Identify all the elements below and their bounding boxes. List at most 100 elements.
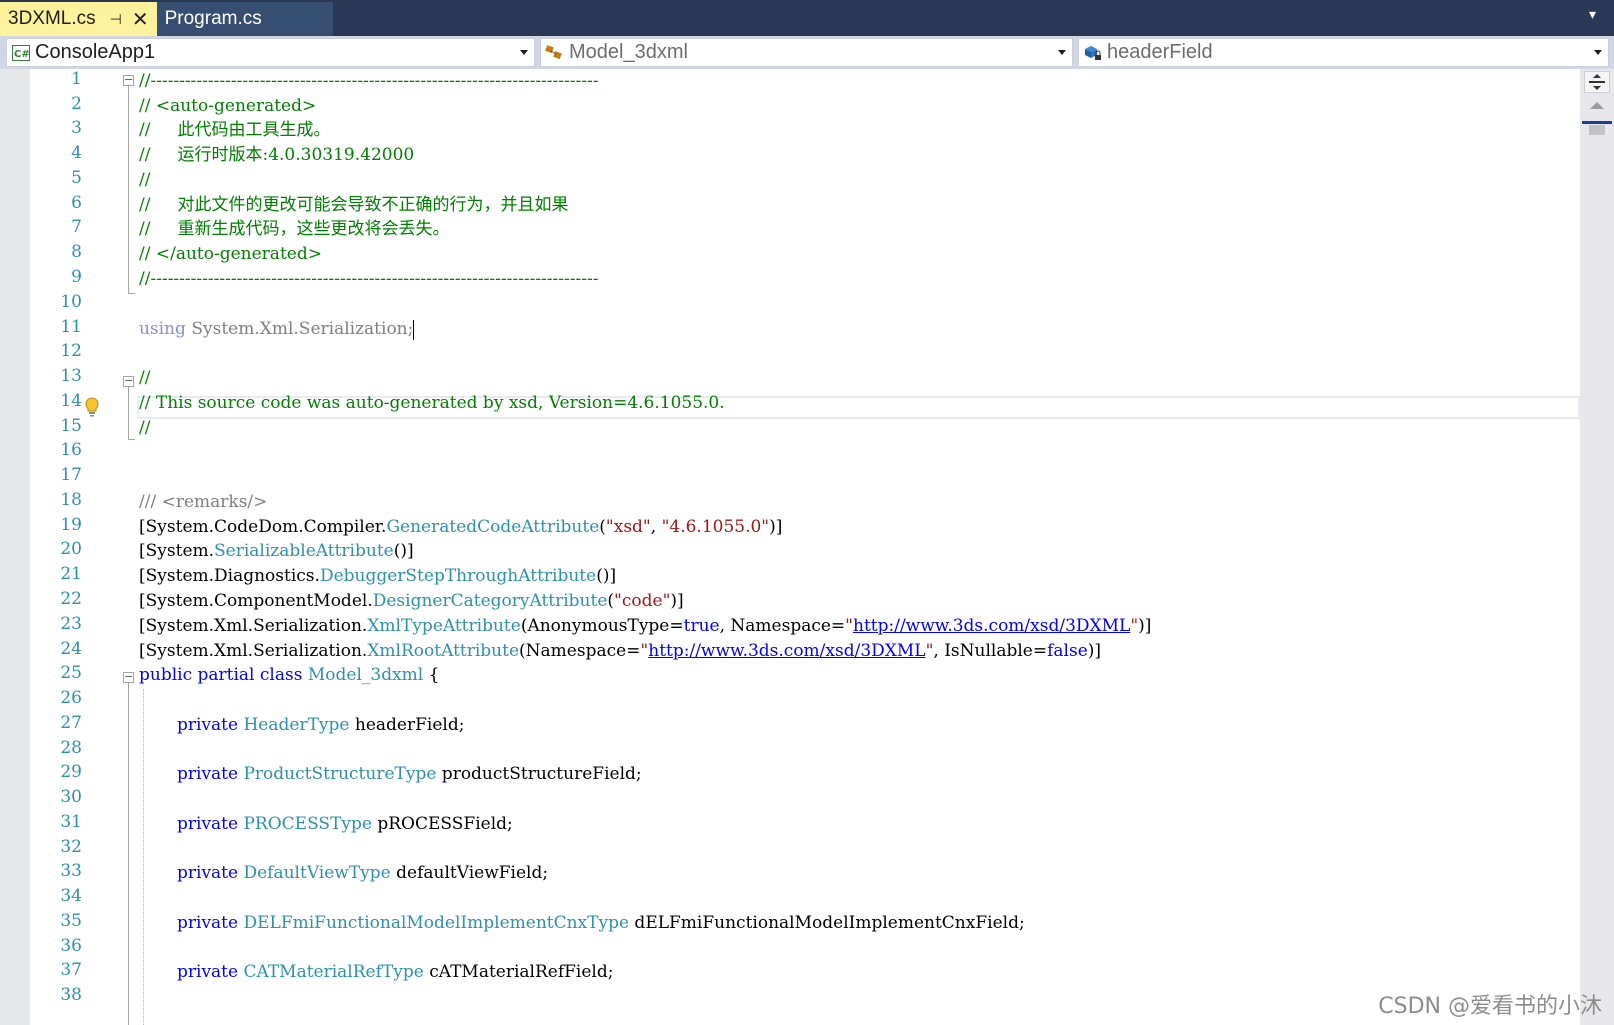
code-line: private ProductStructureType productStru… <box>0 762 1580 787</box>
code-line: // </auto-generated> <box>0 242 1580 267</box>
member-dropdown[interactable]: headerField <box>1078 38 1609 67</box>
private-field-icon <box>1083 43 1103 63</box>
code-line: // 对此文件的更改可能会导致不正确的行为，并且如果 <box>0 193 1580 218</box>
scroll-thumb[interactable] <box>1589 125 1605 135</box>
split-window-button[interactable] <box>1584 71 1610 93</box>
code-line: private DELFmiFunctionalModelImplementCn… <box>0 911 1580 936</box>
line-number: 30 <box>60 787 82 807</box>
keyword: false <box>1047 641 1088 661</box>
code-line: [System.Diagnostics.DebuggerStepThroughA… <box>0 564 1580 589</box>
chevron-down-icon <box>520 50 528 55</box>
field-name: productStructureField; <box>436 764 642 784</box>
field-name: defaultViewField; <box>390 863 549 883</box>
type-name: Model_3dxml <box>569 41 688 63</box>
text-caret <box>413 319 415 340</box>
scroll-up-arrow-icon[interactable] <box>1590 102 1604 109</box>
line-number: 12 <box>60 341 82 361</box>
line-number: 32 <box>60 837 82 857</box>
keyword: private <box>177 913 239 933</box>
string-token: "code" <box>614 591 671 611</box>
code-line: // <box>0 366 1580 391</box>
code-token: [System.Diagnostics. <box>139 566 320 586</box>
line-number: 17 <box>60 465 82 485</box>
code-token: [System.ComponentModel. <box>139 591 373 611</box>
type-token: DebuggerStepThroughAttribute <box>319 566 597 586</box>
code-line: // 此代码由工具生成。 <box>0 118 1580 143</box>
code-line: // <box>0 168 1580 193</box>
type-dropdown[interactable]: Model_3dxml <box>540 38 1073 67</box>
type-token: PROCESSType <box>243 814 372 834</box>
code-line: [System.SerializableAttribute()] <box>0 539 1580 564</box>
code-line: /// <remarks/> <box>0 490 1580 515</box>
caret-position-marker <box>1582 121 1612 124</box>
type-token: DefaultViewType <box>243 863 391 883</box>
code-token: (Namespace= <box>519 641 641 661</box>
field-declaration: private DELFmiFunctionalModelImplementCn… <box>177 911 1025 936</box>
tab-list-chevron-icon[interactable]: ▾ <box>1589 6 1596 23</box>
line-number: 36 <box>60 936 82 956</box>
line-number: 26 <box>60 688 82 708</box>
code-token: , IsNullable= <box>933 641 1048 661</box>
comment: // </auto-generated> <box>139 244 322 264</box>
line-number: 28 <box>60 738 82 758</box>
keyword: private <box>177 814 239 834</box>
code-token: [System.Xml.Serialization. <box>139 641 368 661</box>
tab-3dxml-cs[interactable]: 3DXML.cs ⊣ ✕ <box>0 2 157 36</box>
outline-end <box>128 293 135 294</box>
string-token: "4.6.1055.0" <box>661 517 770 537</box>
keyword: public partial class <box>139 665 303 685</box>
svg-text:C#: C# <box>14 49 30 60</box>
code-token: (AnonymousType= <box>520 616 684 636</box>
code-editor[interactable]: − − − 1 2 3 4 5 6 7 8 9 10 11 12 13 14 1… <box>0 69 1614 1025</box>
keyword: private <box>177 962 239 982</box>
code-line: [System.Xml.Serialization.XmlTypeAttribu… <box>0 614 1580 639</box>
code-line: // <auto-generated> <box>0 94 1580 119</box>
code-token: , <box>650 517 662 537</box>
namespace-link[interactable]: http://www.3ds.com/xsd/3DXML <box>853 616 1130 636</box>
class-name: Model_3dxml <box>302 665 424 685</box>
code-line: // <box>0 416 1580 441</box>
code-line: // This source code was auto-generated b… <box>0 391 1580 416</box>
code-token: ()] <box>393 541 414 561</box>
code-token: )] <box>769 517 783 537</box>
close-icon[interactable]: ✕ <box>132 7 149 32</box>
watermark: CSDN @爱看书的小沐 <box>1378 994 1602 1019</box>
field-declaration: private ProductStructureType productStru… <box>177 762 642 787</box>
comment: // <box>139 418 151 438</box>
vertical-scrollbar[interactable] <box>1580 69 1614 1025</box>
comment: // <box>139 368 151 388</box>
code-line: // 运行时版本:4.0.30319.42000 <box>0 143 1580 168</box>
type-token: HeaderType <box>243 715 350 735</box>
pin-icon[interactable]: ⊣ <box>110 11 122 28</box>
namespace-link[interactable]: http://www.3ds.com/xsd/3DXML <box>648 641 925 661</box>
member-name: headerField <box>1107 41 1213 63</box>
comment: // <auto-generated> <box>139 96 317 116</box>
string-token: " <box>845 616 853 636</box>
attribute-line: [System.Xml.Serialization.XmlRootAttribu… <box>139 639 1101 664</box>
line-number: 10 <box>60 292 82 312</box>
code-token: [System.CodeDom.Compiler. <box>139 517 387 537</box>
field-name: dELFmiFunctionalModelImplementCnxField; <box>629 913 1025 933</box>
comment: // 重新生成代码，这些更改将会丢失。 <box>139 219 450 239</box>
line-number: 38 <box>60 985 82 1005</box>
type-token: XmlTypeAttribute <box>367 616 521 636</box>
namespace-text: System.Xml.Serialization; <box>185 319 414 339</box>
attribute-line: [System.CodeDom.Compiler.GeneratedCodeAt… <box>139 515 782 540</box>
project-dropdown[interactable]: C# ConsoleApp1 <box>6 38 535 67</box>
keyword: true <box>683 616 720 636</box>
comment: // 运行时版本:4.0.30319.42000 <box>139 145 415 165</box>
document-tab-bar: 3DXML.cs ⊣ ✕ Program.cs ▾ <box>0 0 1614 36</box>
code-token: )] <box>1087 641 1102 661</box>
attribute-line: [System.SerializableAttribute()] <box>139 539 414 564</box>
tab-label: 3DXML.cs <box>8 8 96 29</box>
tab-label: Program.cs <box>164 8 262 29</box>
type-token: GeneratedCodeAttribute <box>386 517 600 537</box>
comment: //--------------------------------------… <box>139 71 599 91</box>
code-token: , Namespace= <box>719 616 846 636</box>
comment: // <box>139 170 151 190</box>
type-token: SerializableAttribute <box>214 541 394 561</box>
code-token: [System. <box>139 541 215 561</box>
tab-program-cs[interactable]: Program.cs <box>156 2 333 36</box>
keyword: private <box>177 863 239 883</box>
code-token: )] <box>1138 616 1152 636</box>
